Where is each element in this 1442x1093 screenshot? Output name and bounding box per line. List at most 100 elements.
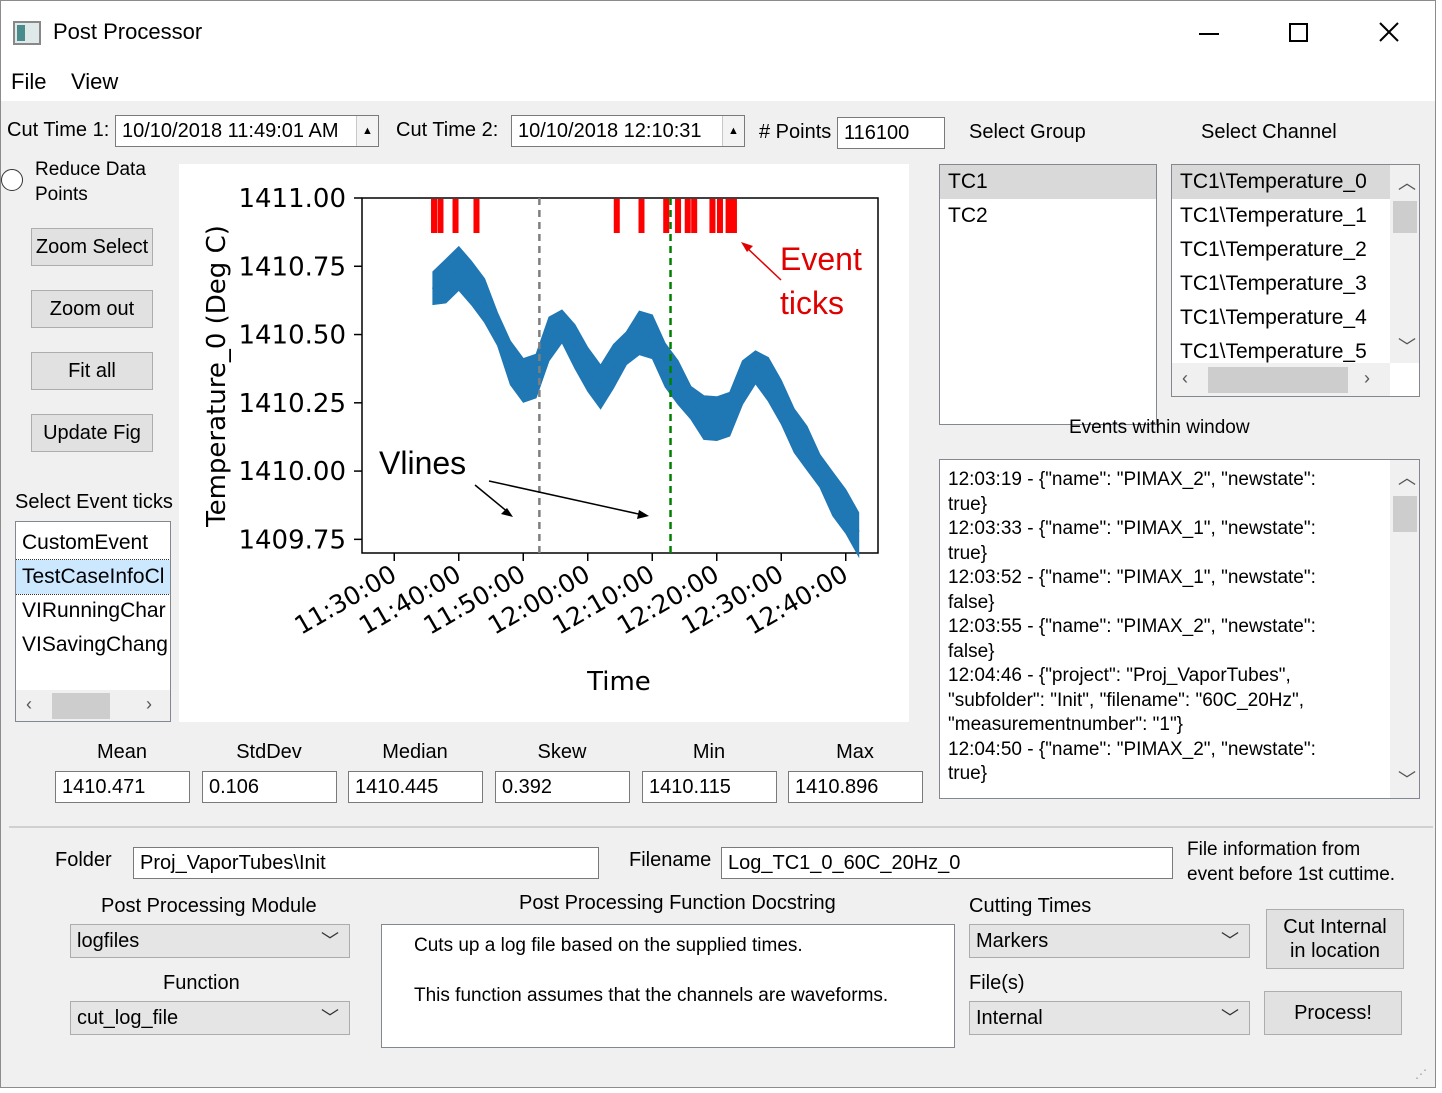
event-tick-item[interactable]: CustomEvent <box>16 526 170 560</box>
data-point <box>612 366 615 369</box>
docstring-line1: Cuts up a log file based on the supplied… <box>414 935 803 956</box>
cut-time-1-label: Cut Time 1: <box>7 119 110 141</box>
event-tick-item[interactable]: TestCaseInfoCl <box>16 559 170 595</box>
fit-all-button[interactable]: Fit all <box>31 352 153 390</box>
scroll-up-icon[interactable]: ︿ <box>1398 169 1416 195</box>
data-point <box>715 421 718 423</box>
cut-time-1-field[interactable]: 10/10/2018 11:49:01 AM ▲▼ <box>115 115 379 147</box>
group-items: TC1 TC2 <box>940 165 1156 233</box>
filename-label: Filename <box>629 849 712 871</box>
scroll-up-icon[interactable]: ︿ <box>1398 464 1416 490</box>
update-fig-button[interactable]: Update Fig <box>31 414 153 452</box>
chevron-down-icon: ﹀ <box>321 1008 339 1028</box>
cutting-times-label: Cutting Times <box>969 895 1092 917</box>
cut-time-2-field[interactable]: 10/10/2018 12:10:31 ▲▼ <box>511 115 745 147</box>
process-button[interactable]: Process! <box>1264 991 1402 1035</box>
data-point <box>496 328 499 330</box>
scroll-thumb[interactable] <box>52 693 110 719</box>
module-combo[interactable]: logfiles ﹀ <box>70 924 350 958</box>
data-point <box>780 404 783 407</box>
event-tick <box>730 199 737 233</box>
stat-label-mean: Mean <box>96 741 148 763</box>
channel-hscrollbar[interactable]: ‹ › <box>1172 363 1390 396</box>
zoom-select-button[interactable]: Zoom Select <box>31 228 153 266</box>
scroll-right-icon[interactable]: › <box>1364 368 1370 389</box>
scroll-thumb[interactable] <box>1208 367 1348 393</box>
scroll-left-icon[interactable]: ‹ <box>26 694 32 715</box>
stat-field-stddev[interactable]: 0.106 <box>202 771 337 803</box>
y-tick-label: 1410.75 <box>238 252 346 282</box>
resize-grip-icon[interactable]: ⋰ <box>1415 1067 1431 1083</box>
scroll-down-icon[interactable]: ﹀ <box>1398 333 1416 359</box>
menu-view[interactable]: View <box>71 69 118 95</box>
event-tick-item[interactable]: VISavingChang <box>16 628 170 662</box>
event-line: 12:04:46 - {"project": "Proj_VaporTubes"… <box>948 665 1291 686</box>
channel-item[interactable]: TC1\Temperature_5 <box>1172 335 1390 363</box>
scroll-thumb[interactable] <box>1393 496 1417 532</box>
maximize-icon[interactable] <box>1271 9 1327 55</box>
event-ticks-items: CustomEvent TestCaseInfoCl VIRunningChar VI… <box>16 526 170 662</box>
docstring-label: Post Processing Function Docstring <box>519 892 836 914</box>
channel-item[interactable]: TC1\Temperature_1 <box>1172 199 1390 233</box>
data-point <box>741 382 744 385</box>
figure-canvas[interactable]: 1411.00 1410.75 1410.50 1410.25 1410.00 1409.… <box>179 164 909 722</box>
docstring-box: Cuts up a log file based on the supplied… <box>381 924 955 1048</box>
channel-item[interactable]: TC1\Temperature_3 <box>1172 267 1390 301</box>
data-point <box>522 382 525 385</box>
scroll-right-icon[interactable]: › <box>146 694 152 715</box>
minimize-icon[interactable] <box>1181 9 1237 55</box>
stat-field-median[interactable]: 1410.445 <box>348 771 483 803</box>
files-combo[interactable]: Internal ﹀ <box>969 1001 1250 1035</box>
event-tick <box>473 199 480 233</box>
event-ticks-list[interactable]: CustomEvent TestCaseInfoCl VIRunningChar VI… <box>15 521 171 722</box>
function-value: cut_log_file <box>77 1007 179 1029</box>
cutting-times-combo[interactable]: Markers ﹀ <box>969 924 1250 958</box>
data-point <box>638 331 641 333</box>
cut-time-2-spinner[interactable]: ▲▼ <box>722 116 744 146</box>
close-icon[interactable] <box>1361 9 1417 55</box>
data-point <box>535 371 537 374</box>
scroll-down-icon[interactable]: ﹀ <box>1398 766 1416 792</box>
points-field[interactable]: 116100 <box>837 117 945 149</box>
events-text[interactable]: 12:03:19 - {"name": "PIMAX_2", "newstate… <box>939 459 1420 799</box>
channel-item[interactable]: TC1\Temperature_4 <box>1172 301 1390 335</box>
event-ticks-hscrollbar[interactable]: ‹ › <box>16 690 170 721</box>
file-info-note: File information from event before 1st c… <box>1187 837 1395 887</box>
close-glyph <box>1379 22 1399 42</box>
events-vscrollbar[interactable]: ︿ ﹀ <box>1390 460 1419 798</box>
data-point <box>561 325 563 328</box>
event-line: 12:03:19 - {"name": "PIMAX_2", "newstate… <box>948 469 1316 490</box>
channel-item[interactable]: TC1\Temperature_2 <box>1172 233 1390 267</box>
folder-field[interactable]: Proj_VaporTubes\Init <box>133 847 599 879</box>
stat-label-skew: Skew <box>537 741 587 763</box>
scroll-thumb[interactable] <box>1393 201 1417 233</box>
scroll-left-icon[interactable]: ‹ <box>1182 368 1188 389</box>
annotation-vlines: Vlines <box>379 445 466 481</box>
channel-vscrollbar[interactable]: ︿ ﹀ <box>1390 165 1419 363</box>
channel-item[interactable]: TC1\Temperature_0 <box>1172 165 1390 199</box>
y-tick-label: 1410.25 <box>238 389 346 419</box>
group-item[interactable]: TC1 <box>940 165 1156 199</box>
data-point <box>677 382 679 385</box>
data-point <box>432 287 434 289</box>
event-tick-item[interactable]: VIRunningChar <box>16 594 170 628</box>
stat-field-min[interactable]: 1410.115 <box>642 771 777 803</box>
event-tick <box>437 199 444 233</box>
menu-file[interactable]: File <box>11 69 46 95</box>
function-combo[interactable]: cut_log_file ﹀ <box>70 1001 350 1035</box>
stat-field-max[interactable]: 1410.896 <box>788 771 923 803</box>
channel-list[interactable]: TC1\Temperature_0 TC1\Temperature_1 TC1\Te… <box>1171 164 1420 397</box>
cut-internal-button[interactable]: Cut Internal in location <box>1266 909 1404 969</box>
reduce-data-radio[interactable] <box>1 169 23 191</box>
stat-field-mean[interactable]: 1410.471 <box>55 771 190 803</box>
event-tick <box>452 199 459 233</box>
cut-time-1-spinner[interactable]: ▲▼ <box>356 116 378 146</box>
group-list[interactable]: TC1 TC2 <box>939 164 1157 425</box>
filename-field[interactable]: Log_TC1_0_60C_20Hz_0 <box>721 847 1173 879</box>
stat-field-skew[interactable]: 0.392 <box>495 771 630 803</box>
temperature-chart: 1411.00 1410.75 1410.50 1410.25 1410.00 1409.… <box>202 184 879 697</box>
zoom-out-button[interactable]: Zoom out <box>31 290 153 328</box>
data-point <box>754 366 757 369</box>
data-point <box>483 300 486 303</box>
group-item[interactable]: TC2 <box>940 199 1156 233</box>
